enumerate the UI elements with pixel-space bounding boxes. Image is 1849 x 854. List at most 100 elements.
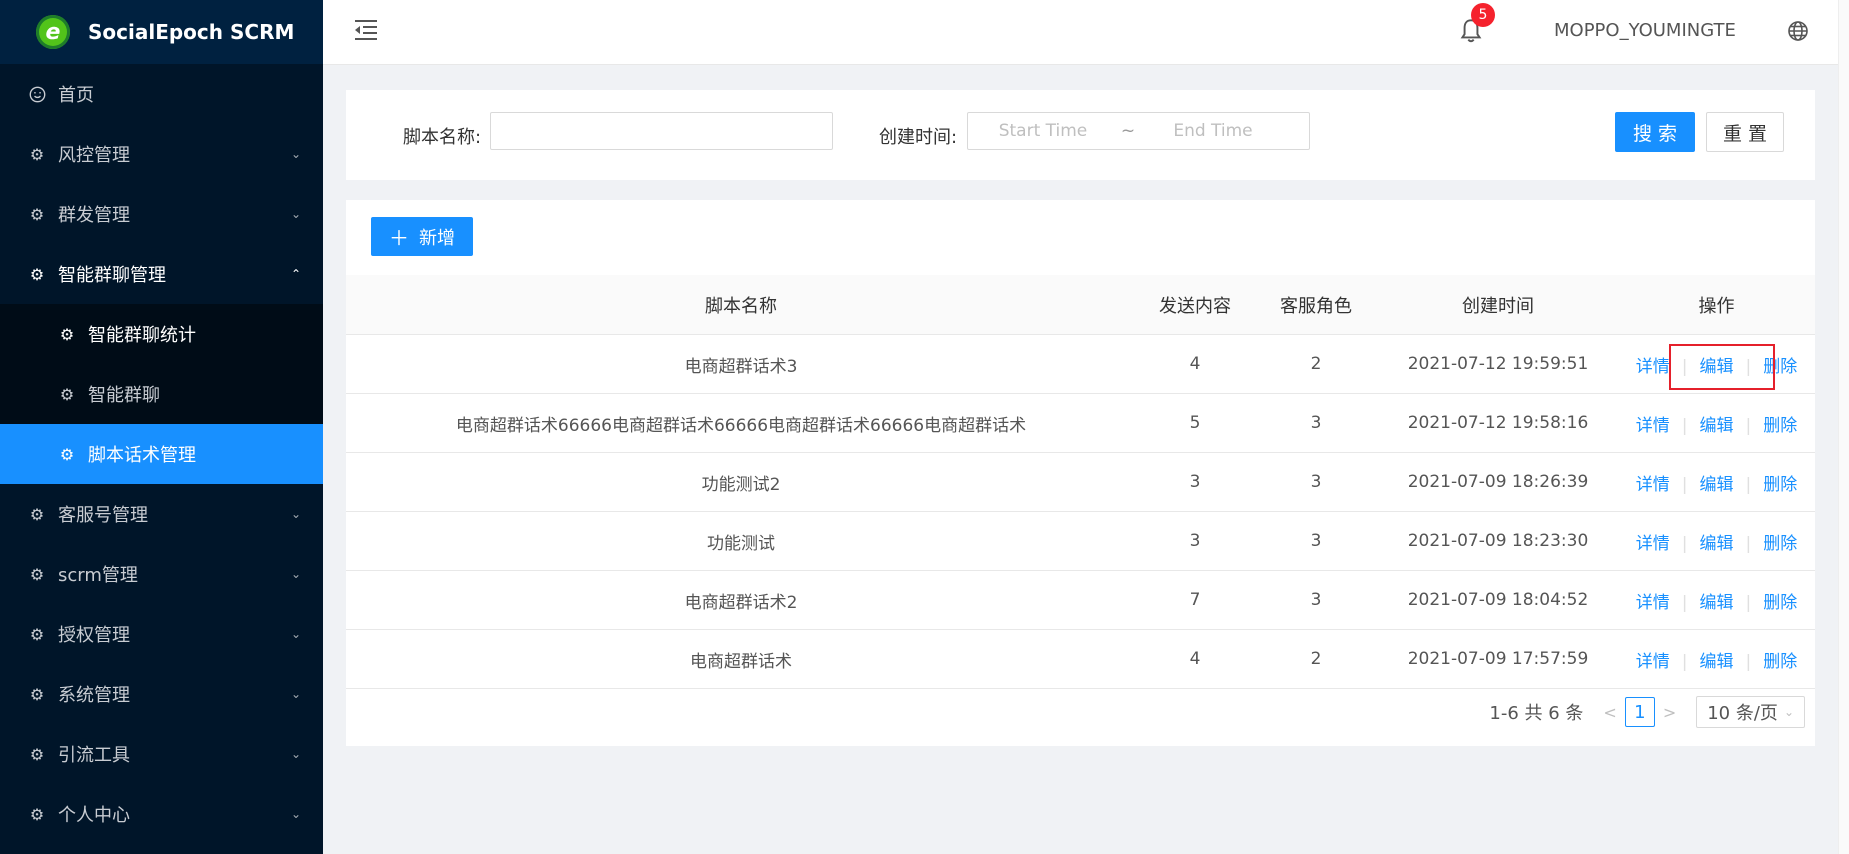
menu-label: 个人中心 xyxy=(58,805,130,826)
highlight-box xyxy=(1669,344,1775,390)
divider: | xyxy=(1681,592,1688,613)
cell-role-count: 2 xyxy=(1254,334,1378,394)
cell-actions: 详情 | 编辑 | 删除 xyxy=(1618,393,1815,453)
chevron-up-icon: ⌃ xyxy=(290,267,301,281)
username[interactable]: MOPPO_YOUMINGTE xyxy=(1554,20,1736,41)
menu-label: 引流工具 xyxy=(58,745,130,766)
menu-item-service-accounts[interactable]: ⚙ 客服号管理 ⌄ xyxy=(0,484,323,544)
gear-icon: ⚙ xyxy=(29,624,45,644)
edit-link[interactable]: 编辑 xyxy=(1700,652,1734,672)
cell-actions: 详情 | 编辑 | 删除 xyxy=(1618,629,1815,689)
page-scrollbar[interactable] xyxy=(1838,0,1849,854)
detail-link[interactable]: 详情 xyxy=(1636,416,1670,436)
chevron-down-icon: ⌄ xyxy=(290,507,301,521)
detail-link[interactable]: 详情 xyxy=(1636,652,1670,672)
edit-link[interactable]: 编辑 xyxy=(1700,593,1734,613)
column-header: 脚本名称 xyxy=(346,275,1136,335)
detail-link[interactable]: 详情 xyxy=(1636,593,1670,613)
gear-icon: ⚙ xyxy=(29,564,45,584)
chevron-down-icon: ⌄ xyxy=(290,687,301,701)
divider: | xyxy=(1745,651,1752,672)
menu-item-broadcast[interactable]: ⚙ 群发管理 ⌄ xyxy=(0,184,323,244)
gear-icon: ⚙ xyxy=(29,804,45,824)
app-logo-icon: e xyxy=(36,15,70,49)
delete-link[interactable]: 删除 xyxy=(1763,416,1797,436)
cell-created-time: 2021-07-12 19:58:16 xyxy=(1378,393,1618,453)
page-size-select[interactable]: 10 条/页 ⌄ xyxy=(1696,696,1805,728)
gear-icon: ⚙ xyxy=(59,324,75,344)
menu-label: 脚本话术管理 xyxy=(88,445,196,466)
detail-link[interactable]: 详情 xyxy=(1636,357,1670,377)
menu-item-authorization[interactable]: ⚙ 授权管理 ⌄ xyxy=(0,604,323,664)
table-row: 电商超群话术 4 2 2021-07-09 17:57:59 详情 | 编辑 | 删除 xyxy=(346,629,1815,689)
pagination-summary: 1-6 共 6 条 xyxy=(1489,703,1584,724)
menu-item-home[interactable]: 首页 xyxy=(0,64,323,124)
cell-actions: 详情 | 编辑 | 删除 xyxy=(1618,334,1815,394)
divider: | xyxy=(1681,474,1688,495)
script-name-label: 脚本名称: xyxy=(403,127,482,148)
gear-icon: ⚙ xyxy=(59,384,75,404)
edit-link[interactable]: 编辑 xyxy=(1700,534,1734,554)
next-page-icon[interactable]: > xyxy=(1663,703,1676,722)
cell-actions: 详情 | 编辑 | 删除 xyxy=(1618,452,1815,512)
page-number[interactable]: 1 xyxy=(1624,697,1655,727)
create-time-label: 创建时间: xyxy=(879,127,958,148)
delete-link[interactable]: 删除 xyxy=(1763,652,1797,672)
cell-content-count: 5 xyxy=(1136,393,1254,453)
cell-script-name: 电商超群话术 xyxy=(346,629,1136,689)
chevron-down-icon: ⌄ xyxy=(290,807,301,821)
cell-script-name: 功能测试2 xyxy=(346,452,1136,512)
menu-label: 智能群聊管理 xyxy=(58,265,166,286)
menu-item-personal-center[interactable]: ⚙ 个人中心 ⌄ xyxy=(0,784,323,844)
cell-created-time: 2021-07-09 17:57:59 xyxy=(1378,629,1618,689)
detail-link[interactable]: 详情 xyxy=(1636,534,1670,554)
notification-badge: 5 xyxy=(1471,3,1495,27)
script-name-input[interactable] xyxy=(490,112,833,150)
table-row: 电商超群话术66666电商超群话术66666电商超群话术66666电商超群话术 … xyxy=(346,393,1815,453)
menu-item-traffic-tools[interactable]: ⚙ 引流工具 ⌄ xyxy=(0,724,323,784)
reset-button[interactable]: 重 置 xyxy=(1706,112,1784,152)
column-header: 创建时间 xyxy=(1378,275,1618,335)
menu-item-script-management[interactable]: ⚙ 脚本话术管理 xyxy=(0,424,323,484)
menu-label: 群发管理 xyxy=(58,205,130,226)
cell-content-count: 4 xyxy=(1136,334,1254,394)
delete-link[interactable]: 删除 xyxy=(1763,534,1797,554)
search-form: 脚本名称: 创建时间: Start Time ~ End Time 搜 索 重 … xyxy=(346,90,1815,180)
add-button[interactable]: ＋ 新增 xyxy=(371,217,473,256)
menu-item-smart-group-chat[interactable]: ⚙ 智能群聊管理 ⌃ xyxy=(0,244,323,304)
edit-link[interactable]: 编辑 xyxy=(1700,475,1734,495)
search-button[interactable]: 搜 索 xyxy=(1615,112,1695,152)
delete-link[interactable]: 删除 xyxy=(1763,593,1797,613)
menu-label: 风控管理 xyxy=(58,145,130,166)
cell-content-count: 3 xyxy=(1136,511,1254,571)
menu-item-smart-chat[interactable]: ⚙ 智能群聊 xyxy=(0,364,323,424)
delete-link[interactable]: 删除 xyxy=(1763,475,1797,495)
divider: | xyxy=(1745,533,1752,554)
logo-area[interactable]: e SocialEpoch SCRM xyxy=(0,0,323,64)
cell-script-name: 电商超群话术66666电商超群话术66666电商超群话术66666电商超群话术 xyxy=(346,393,1136,453)
table-row: 功能测试2 3 3 2021-07-09 18:26:39 详情 | 编辑 | 删除 xyxy=(346,452,1815,512)
menu-item-scrm[interactable]: ⚙ scrm管理 ⌄ xyxy=(0,544,323,604)
edit-link[interactable]: 编辑 xyxy=(1700,416,1734,436)
gear-icon: ⚙ xyxy=(29,204,45,224)
globe-icon[interactable] xyxy=(1787,20,1809,42)
start-time-input[interactable]: Start Time xyxy=(968,121,1118,141)
chevron-down-icon: ⌄ xyxy=(290,567,301,581)
smile-icon xyxy=(28,85,46,103)
chevron-down-icon: ⌄ xyxy=(290,747,301,761)
menu-fold-icon[interactable] xyxy=(353,18,379,42)
menu-item-system[interactable]: ⚙ 系统管理 ⌄ xyxy=(0,664,323,724)
cell-role-count: 3 xyxy=(1254,393,1378,453)
detail-link[interactable]: 详情 xyxy=(1636,475,1670,495)
divider: | xyxy=(1681,651,1688,672)
end-time-input[interactable]: End Time xyxy=(1138,121,1288,141)
menu-item-chat-statistics[interactable]: ⚙ 智能群聊统计 xyxy=(0,304,323,364)
cell-actions: 详情 | 编辑 | 删除 xyxy=(1618,511,1815,571)
prev-page-icon[interactable]: < xyxy=(1603,703,1616,722)
divider: | xyxy=(1745,474,1752,495)
cell-content-count: 3 xyxy=(1136,452,1254,512)
menu-label: 智能群聊 xyxy=(88,385,160,406)
create-time-range-picker[interactable]: Start Time ~ End Time xyxy=(967,112,1310,150)
menu-item-risk-control[interactable]: ⚙ 风控管理 ⌄ xyxy=(0,124,323,184)
script-table: 脚本名称 发送内容 客服角色 创建时间 操作 电商超群话术3 4 2 2021-… xyxy=(346,275,1815,689)
